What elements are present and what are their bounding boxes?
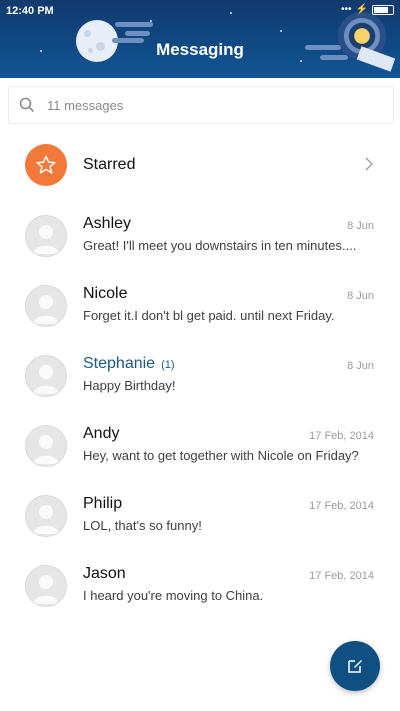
status-time: 12:40 PM [6, 5, 54, 17]
conversation-row[interactable]: Ashley 8 Jun Great! I'll meet you downstai… [0, 215, 400, 285]
contact-name: Philip [83, 495, 122, 513]
message-date: 17 Feb, 2014 [309, 430, 374, 442]
wifi-icon: ⚡ [355, 4, 368, 15]
conversation-row[interactable]: Philip 17 Feb, 2014 LOL, that's so funny! [0, 495, 400, 565]
star-decor [230, 12, 232, 14]
contact-name-text: Stephanie [83, 355, 156, 372]
contact-name-text: Ashley [83, 215, 132, 232]
contact-name: Nicole [83, 285, 127, 303]
message-date: 17 Feb, 2014 [309, 570, 374, 582]
status-icons: ••• ⚡ [341, 4, 394, 15]
contact-name: Jason [83, 565, 126, 583]
starred-row[interactable]: Starred [0, 140, 400, 190]
chevron-right-icon [365, 157, 373, 171]
star-icon [36, 155, 56, 174]
avatar-icon [25, 495, 67, 537]
conversation-row[interactable]: Jason 17 Feb, 2014 I heard you're moving t… [0, 565, 400, 635]
star-decor [280, 30, 282, 32]
starred-badge [25, 144, 67, 186]
message-date: 17 Feb, 2014 [309, 500, 374, 512]
avatar-icon [25, 355, 67, 397]
conversation-row[interactable]: Nicole 8 Jun Forget it.I don't bl get paid… [0, 285, 400, 355]
contact-name: Stephanie (1) [83, 355, 175, 373]
contact-name: Andy [83, 425, 119, 443]
star-decor [300, 60, 302, 62]
message-preview: Great! I'll meet you downstairs in ten m… [83, 238, 357, 253]
header: 12:40 PM ••• ⚡ Messaging [0, 0, 400, 78]
cloud-decor [115, 22, 153, 27]
search-label: 11 messages [47, 97, 124, 113]
starred-label: Starred [83, 156, 136, 173]
battery-icon [372, 4, 394, 15]
avatar-icon [25, 285, 67, 327]
message-preview: Forget it.I don't bl get paid. until nex… [83, 308, 335, 323]
contact-name: Ashley [83, 215, 131, 233]
search-bar[interactable]: 11 messages [8, 86, 394, 124]
unread-count: (1) [161, 359, 175, 371]
message-preview: LOL, that's so funny! [83, 518, 202, 533]
message-date: 8 Jun [347, 290, 374, 302]
contact-name-text: Nicole [83, 285, 128, 302]
avatar-icon [25, 565, 67, 607]
page-title: Messaging [156, 40, 244, 59]
contact-name-text: Philip [83, 495, 123, 512]
message-preview: Happy Birthday! [83, 378, 176, 393]
conversation-row[interactable]: Stephanie (1) 8 Jun Happy Birthday! [0, 355, 400, 425]
contact-name-text: Andy [83, 425, 120, 442]
conversation-row[interactable]: Andy 17 Feb, 2014 Hey, want to get togethe… [0, 425, 400, 495]
avatar-icon [25, 215, 67, 257]
search-icon [19, 97, 35, 113]
compose-icon [348, 660, 362, 673]
avatar-icon [25, 425, 67, 467]
compose-button[interactable] [330, 641, 380, 691]
dots-icon: ••• [341, 4, 352, 15]
message-preview: I heard you're moving to China. [83, 588, 264, 603]
cloud-decor [125, 31, 150, 36]
message-preview: Hey, want to get together with Nicole on… [83, 448, 359, 463]
contact-name-text: Jason [83, 565, 126, 582]
message-date: 8 Jun [347, 360, 374, 372]
message-date: 8 Jun [347, 220, 374, 232]
